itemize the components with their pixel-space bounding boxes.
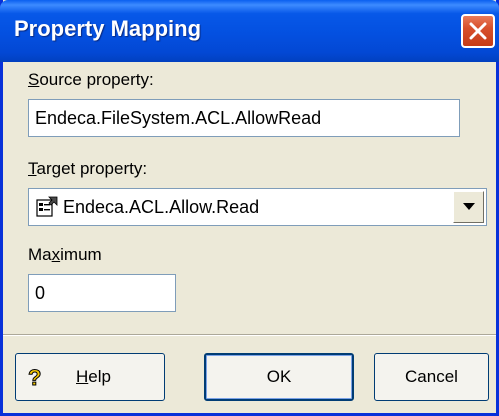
- property-mapping-dialog: Property Mapping Source property: Endeca…: [0, 0, 499, 416]
- target-property-value: Endeca.ACL.Allow.Read: [63, 196, 260, 217]
- help-button[interactable]: ? Help: [15, 353, 165, 401]
- close-button[interactable]: [461, 14, 495, 48]
- maximum-value: 0: [35, 282, 46, 303]
- help-button-label: Help: [76, 367, 111, 386]
- ok-button[interactable]: OK: [204, 353, 354, 401]
- property-icon: [36, 196, 58, 217]
- target-property-dropdown[interactable]: Endeca.ACL.Allow.Read: [28, 188, 487, 226]
- cancel-button[interactable]: Cancel: [374, 353, 489, 401]
- separator-highlight: [3, 335, 496, 336]
- cancel-button-label: Cancel: [405, 367, 458, 386]
- question-mark-icon: ?: [27, 365, 42, 391]
- source-property-input[interactable]: Endeca.FileSystem.ACL.AllowRead: [28, 99, 460, 137]
- close-icon: [469, 22, 487, 40]
- ok-button-label: OK: [266, 367, 292, 386]
- title-bar[interactable]: Property Mapping: [0, 0, 499, 62]
- dropdown-arrow-button[interactable]: [453, 191, 484, 223]
- dialog-title: Property Mapping: [14, 16, 202, 41]
- source-property-label: Source property:: [28, 70, 154, 89]
- target-property-label: Target property:: [28, 159, 148, 178]
- dropdown-arrow-icon: [463, 203, 475, 210]
- source-property-value: Endeca.FileSystem.ACL.AllowRead: [35, 107, 322, 128]
- maximum-label: Maximum: [28, 245, 102, 264]
- maximum-input[interactable]: 0: [28, 274, 176, 312]
